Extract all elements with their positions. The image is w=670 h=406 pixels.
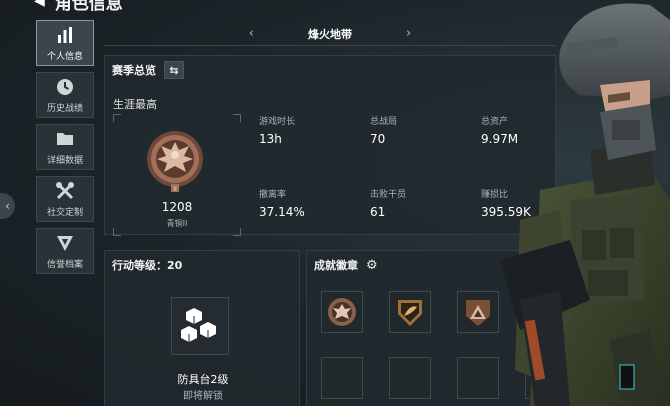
- bar-chart-icon: [58, 26, 72, 43]
- sidebar-item-details[interactable]: 详细数据: [36, 124, 94, 170]
- chevron-left-icon: ‹: [5, 199, 10, 213]
- stat-extraction-rate: 撤离率 37.14%: [259, 187, 305, 219]
- stat-label: 击败干员: [370, 190, 407, 200]
- leaf-shield-badge-icon: [398, 300, 422, 326]
- back-arrow-icon[interactable]: ◀: [34, 0, 45, 9]
- sidebar: 个人信息 历史战绩 详细数据 社交定制 信誉档案: [36, 20, 96, 280]
- season-title: 赛季总览: [112, 64, 156, 77]
- achievement-badge-slot[interactable]: [321, 291, 363, 333]
- stat-value: 13h: [259, 132, 282, 146]
- folder-icon: [57, 132, 73, 145]
- sidebar-item-label: 历史战绩: [46, 103, 83, 114]
- bronze-rank-emblem-icon: II: [147, 131, 203, 193]
- stat-label: 总战局: [370, 117, 398, 127]
- stat-value: 61: [370, 205, 386, 219]
- achievement-badge-slot-empty[interactable]: [321, 357, 363, 399]
- shield-icon: [57, 235, 73, 251]
- stat-play-time: 游戏时长 13h: [259, 114, 295, 146]
- tools-icon: [56, 181, 74, 199]
- swap-icon: ⇆: [169, 63, 179, 77]
- next-map-icon[interactable]: ›: [406, 26, 411, 41]
- page-header: ◀ 角色信息: [34, 0, 123, 14]
- career-best-label: 生涯最高: [113, 98, 157, 111]
- stat-total-matches: 总战局 70: [370, 114, 397, 146]
- action-level-header: 行动等级：20: [105, 251, 299, 279]
- season-header: 赛季总览 ⇆: [105, 56, 555, 84]
- sidebar-item-personal-info[interactable]: 个人信息: [36, 20, 94, 66]
- stat-label: 游戏时长: [259, 117, 296, 127]
- clock-icon: [57, 78, 73, 95]
- sidebar-item-label: 社交定制: [46, 207, 83, 218]
- sidebar-item-label: 详细数据: [46, 155, 83, 166]
- stat-value: 37.14%: [259, 205, 305, 219]
- achievement-badge-slot-empty[interactable]: [389, 357, 431, 399]
- rank-name: 青铜II: [166, 219, 188, 228]
- map-selector: ‹ 烽火地带 ›: [104, 22, 556, 46]
- action-level-title: 行动等级：20: [112, 259, 183, 272]
- svg-text:II: II: [173, 186, 177, 193]
- swap-season-button[interactable]: ⇆: [164, 61, 184, 79]
- season-overview-panel: 赛季总览 ⇆ 生涯最高 II 1208 青铜II 游戏时长 13h 总战局 70…: [104, 55, 556, 236]
- operator-character-illustration: [500, 3, 670, 406]
- settings-gear-icon[interactable]: ⚙: [366, 258, 378, 273]
- prev-map-icon[interactable]: ‹: [249, 26, 254, 41]
- stat-label: 撤离率: [259, 190, 287, 200]
- achievement-badge-slot[interactable]: [389, 291, 431, 333]
- sidebar-item-label: 信誉档案: [46, 259, 83, 270]
- armor-bench-status: 即将解锁: [183, 391, 223, 402]
- armor-bench-name: 防具台2级: [177, 373, 229, 386]
- sidebar-item-reputation[interactable]: 信誉档案: [36, 228, 94, 274]
- armor-bench-tile[interactable]: [171, 297, 229, 355]
- eagle-badge-icon: [328, 298, 356, 326]
- achievement-badge-slot-empty[interactable]: [457, 357, 499, 399]
- sidebar-item-history[interactable]: 历史战绩: [36, 72, 94, 118]
- cubes-icon: [181, 308, 216, 342]
- rank-badge-box: II 1208 青铜II: [113, 114, 241, 236]
- page-title: 角色信息: [54, 0, 123, 14]
- stat-value: 70: [370, 132, 386, 146]
- map-name: 烽火地带: [308, 27, 352, 41]
- sidebar-item-social[interactable]: 社交定制: [36, 176, 94, 222]
- achievement-badge-slot[interactable]: [457, 291, 499, 333]
- stat-operators-defeated: 击败干员 61: [370, 187, 406, 219]
- action-level-panel: 行动等级：20 防具台2级 即将解锁: [104, 250, 300, 406]
- triangle-badge-icon: [466, 300, 490, 326]
- sidebar-item-label: 个人信息: [46, 51, 83, 62]
- rank-score: 1208: [161, 200, 193, 214]
- achievement-title: 成就徽章: [314, 259, 358, 272]
